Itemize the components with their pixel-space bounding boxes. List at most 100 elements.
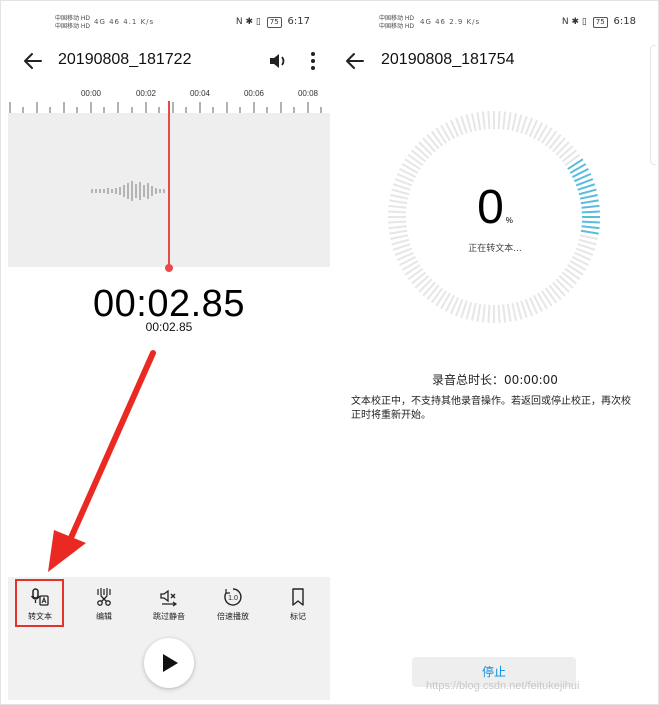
- status-icons: N ✱ ▯: [235, 17, 261, 27]
- status-right: N ✱ ▯ 75 6:17: [236, 16, 310, 28]
- back-arrow-icon[interactable]: [344, 50, 366, 72]
- carrier-1: 中国移动 HD: [379, 15, 415, 22]
- ring-segment: [390, 234, 409, 241]
- ring-segment: [506, 112, 512, 131]
- skip-silence-button[interactable]: 跳过静音: [137, 577, 201, 631]
- correction-notice: 文本校正中，不支持其他录音操作。若返回或停止校正，再次校正时将重新开始。: [351, 396, 631, 421]
- tool-label: 编辑: [96, 612, 112, 621]
- ring-segment: [414, 275, 430, 289]
- speaker-icon[interactable]: [268, 51, 288, 71]
- bookmark-icon: [292, 588, 304, 606]
- carrier-info: 中国移动 HD 中国移动 HD: [55, 15, 90, 31]
- ring-segment: [426, 284, 440, 301]
- battery-icon: 75: [266, 17, 282, 28]
- speed-value: 1.0: [228, 595, 238, 602]
- ring-segment: [497, 111, 501, 130]
- ring-segment: [418, 141, 433, 156]
- ring-segment: [515, 301, 523, 320]
- tool-label: 跳过静音: [153, 612, 185, 621]
- ring-segment: [552, 137, 566, 153]
- ring-segment: [487, 111, 491, 130]
- recording-title: 20190808_181722: [58, 51, 192, 68]
- ring-segment: [410, 271, 427, 285]
- playback-toolbar: 转文本 编辑 跳过静音 1.0 倍速播放 标记: [8, 577, 330, 631]
- playback-speed-button[interactable]: 1.0 倍速播放: [201, 577, 265, 631]
- ring-segment: [502, 304, 507, 323]
- ring-segment: [558, 275, 574, 289]
- playhead-line[interactable]: [168, 101, 170, 269]
- ring-segment: [470, 113, 477, 132]
- speed-icon: 1.0: [224, 588, 242, 606]
- more-options-icon[interactable]: [308, 50, 318, 72]
- total-duration: 录音总时长：00:00:00: [432, 373, 558, 387]
- tool-label: 标记: [290, 612, 306, 621]
- highlight-box: [15, 579, 64, 627]
- ring-segment: [410, 149, 427, 163]
- ring-segment: [414, 145, 430, 159]
- bookmark-button[interactable]: 标记: [266, 577, 330, 631]
- network-indicator: 4G 46 4.1 K/s: [94, 18, 155, 26]
- ring-segment: [481, 304, 486, 323]
- ring-segment: [426, 133, 440, 150]
- ring-segment: [506, 303, 512, 322]
- ring-segment: [465, 301, 473, 320]
- watermark: https://blog.csdn.net/feitukejihui: [426, 680, 580, 692]
- ring-segment: [552, 281, 566, 297]
- edge-panel-tab[interactable]: [650, 45, 656, 165]
- ring-segment: [548, 133, 562, 150]
- app-bar: 20190808_181754: [334, 41, 656, 81]
- status-bar: 中国移动 HD 中国移动 HD 4G 46 2.9 K/s N ✱ ▯ 75 6…: [334, 15, 656, 35]
- ring-segment: [520, 300, 528, 319]
- transcription-screen: 中国移动 HD 中国移动 HD 4G 46 2.9 K/s N ✱ ▯ 75 6…: [334, 5, 656, 700]
- ring-segment: [561, 271, 578, 285]
- status-time: 6:17: [287, 16, 310, 27]
- ring-segment: [515, 114, 523, 133]
- ring-segment: [418, 278, 433, 293]
- scissors-wave-icon: [97, 588, 111, 606]
- converting-status: 正在转文本...: [468, 244, 522, 254]
- ring-segment: [470, 302, 477, 321]
- ring-segment: [460, 300, 468, 319]
- recording-title: 20190808_181754: [381, 51, 515, 68]
- play-button[interactable]: [144, 638, 194, 688]
- ring-segment: [465, 114, 473, 133]
- playhead-handle[interactable]: [165, 264, 173, 272]
- app-bar: 20190808_181722: [8, 41, 330, 81]
- status-icons: N ✱ ▯: [561, 17, 587, 27]
- status-right: N ✱ ▯ 75 6:18: [562, 16, 636, 28]
- screenshot-canvas: 中国移动 HD 中国移动 HD 4G 46 4.1 K/s N ✱ ▯ 75 6…: [0, 0, 659, 705]
- carrier-2: 中国移动 HD: [379, 23, 415, 30]
- ring-segment: [460, 115, 468, 134]
- play-icon: [163, 654, 178, 672]
- progress-percent: 0%: [334, 180, 656, 235]
- ring-segment: [422, 281, 436, 297]
- back-arrow-icon[interactable]: [22, 50, 44, 72]
- ring-segment: [511, 113, 518, 132]
- ring-segment: [511, 302, 518, 321]
- ring-segment: [520, 115, 528, 134]
- ring-segment: [497, 304, 501, 323]
- ring-segment: [487, 304, 491, 323]
- elapsed-time-small: 00:02.85: [145, 320, 193, 334]
- recording-playback-screen: 中国移动 HD 中国移动 HD 4G 46 4.1 K/s N ✱ ▯ 75 6…: [8, 5, 330, 700]
- carrier-info: 中国移动 HD 中国移动 HD: [379, 15, 414, 31]
- status-time: 6:18: [613, 16, 636, 27]
- edit-button[interactable]: 编辑: [72, 577, 136, 631]
- carrier-2: 中国移动 HD: [55, 23, 91, 30]
- ring-segment: [548, 284, 562, 301]
- ring-segment: [555, 278, 570, 293]
- status-bar: 中国移动 HD 中国移动 HD 4G 46 4.1 K/s N ✱ ▯ 75 6…: [8, 15, 330, 35]
- percent-sign: %: [505, 216, 513, 225]
- battery-icon: 75: [592, 17, 608, 28]
- ring-segment: [422, 137, 436, 153]
- ring-segment: [579, 234, 598, 241]
- ring-segment: [502, 111, 507, 130]
- progress-value: 0: [477, 181, 504, 234]
- skip-silence-icon: [160, 589, 178, 607]
- carrier-1: 中国移动 HD: [55, 15, 91, 22]
- tool-label: 倍速播放: [217, 612, 249, 621]
- ring-segment: [476, 303, 482, 322]
- ring-segment: [555, 141, 570, 156]
- ring-segment: [476, 112, 482, 131]
- network-indicator: 4G 46 2.9 K/s: [420, 18, 481, 26]
